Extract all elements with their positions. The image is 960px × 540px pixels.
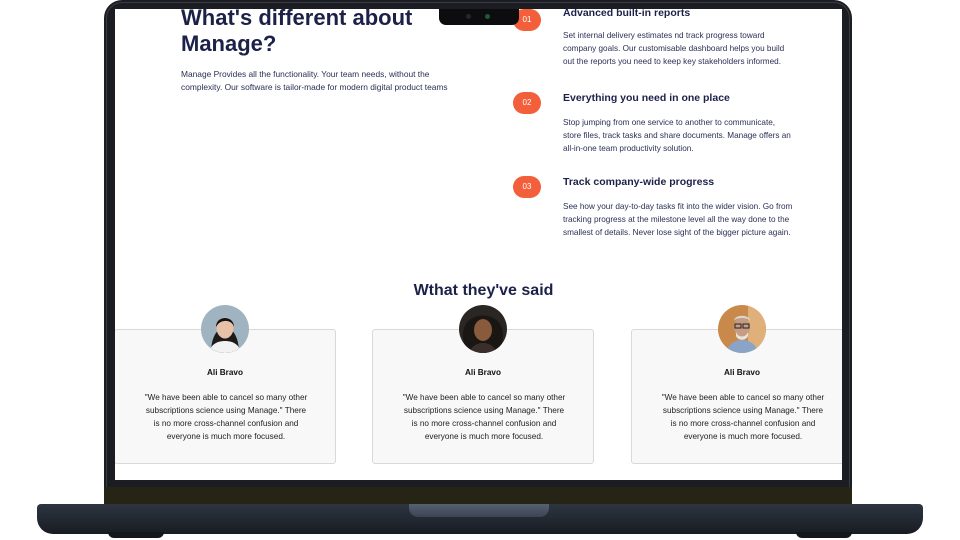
laptop-foot-right bbox=[796, 532, 852, 538]
testimonial-name: Ali Bravo bbox=[465, 368, 501, 377]
feature-description: Set internal delivery estimates nd track… bbox=[563, 31, 785, 66]
avatar bbox=[201, 305, 249, 353]
avatar bbox=[459, 305, 507, 353]
feature-number-badge: 02 bbox=[513, 92, 541, 114]
feature-title: Advanced built-in reports bbox=[563, 9, 691, 19]
camera-indicator-icon bbox=[485, 14, 490, 19]
feature-number-badge: 03 bbox=[513, 176, 541, 198]
laptop-screen: What's different about Manage? Manage Pr… bbox=[115, 9, 842, 480]
testimonial-quote: "We have been able to cancel so many oth… bbox=[661, 393, 825, 441]
intro-text: Manage Provides all the functionality. Y… bbox=[181, 69, 448, 93]
testimonial-name: Ali Bravo bbox=[724, 368, 760, 377]
page-title: What's different about Manage? bbox=[181, 9, 413, 56]
feature-description: See how your day-to-day tasks fit into t… bbox=[563, 202, 793, 237]
testimonial-quote: "We have been able to cancel so many oth… bbox=[402, 393, 566, 441]
feature-title: Everything you need in one place bbox=[563, 92, 730, 104]
testimonials-title: Wthat they've said bbox=[413, 282, 554, 299]
camera-notch bbox=[439, 9, 519, 25]
testimonial-name: Ali Bravo bbox=[207, 368, 243, 377]
camera-sensor-icon bbox=[466, 14, 471, 19]
feature-description: Stop jumping from one service to another… bbox=[563, 118, 791, 153]
avatar bbox=[718, 305, 766, 353]
feature-title: Track company-wide progress bbox=[563, 176, 715, 188]
laptop-base-notch bbox=[409, 504, 549, 517]
testimonial-quote: "We have been able to cancel so many oth… bbox=[144, 393, 308, 441]
laptop-foot-left bbox=[108, 532, 164, 538]
